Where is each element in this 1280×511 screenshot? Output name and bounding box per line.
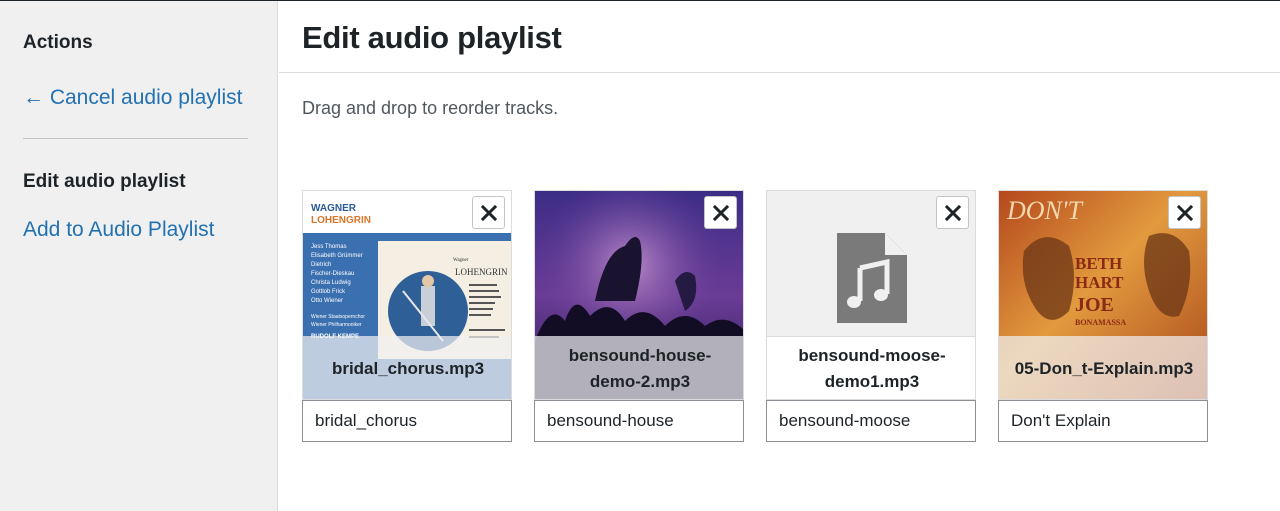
playlist-track[interactable]: bensound-house-demo-2.mp3: [534, 190, 744, 442]
album-art-text: Wiener Philharmoniker: [311, 322, 362, 328]
sidebar-separator: [23, 138, 248, 139]
track-filename: bensound-moose-demo1.mp3: [767, 336, 975, 399]
album-art-text: Dietrich: [311, 262, 331, 268]
remove-track-button[interactable]: [936, 196, 969, 229]
main-header: Edit audio playlist: [279, 1, 1280, 73]
album-art-text: HART: [1075, 273, 1124, 292]
main-panel: Edit audio playlist Drag and drop to reo…: [279, 1, 1280, 511]
album-art-text: WAGNER: [311, 203, 357, 214]
album-art-text: Christa Ludwig: [311, 280, 351, 286]
album-art-text: Wagner: [453, 258, 469, 263]
playlist-track[interactable]: DON'T BETH HART JOE BONAMASSA 05-Don_t-E…: [998, 190, 1208, 442]
track-filename: bensound-house-demo-2.mp3: [535, 336, 743, 399]
reorder-instructions: Drag and drop to reorder tracks.: [302, 98, 559, 118]
page-title: Edit audio playlist: [302, 20, 562, 55]
track-title-input[interactable]: [998, 400, 1208, 442]
close-icon: [712, 204, 729, 221]
track-title-input[interactable]: [534, 400, 744, 442]
album-art-text: Otto Wiener: [311, 298, 343, 304]
playlist-track[interactable]: WAGNER LOHENGRIN Jess Thomas Elisabeth G…: [302, 190, 512, 442]
album-art-text: LOHENGRIN: [311, 215, 371, 226]
media-sidebar: Actions ← Cancel audio playlist Edit aud…: [0, 1, 278, 511]
remove-track-button[interactable]: [472, 196, 505, 229]
track-title-input[interactable]: [302, 400, 512, 442]
album-art-text: LOHENGRIN: [455, 267, 508, 277]
actions-heading: Actions: [23, 32, 93, 53]
album-art-text: Wiener Staatsopernchor: [311, 314, 365, 320]
album-art-text: Fischer-Dieskau: [311, 271, 354, 277]
track-filename: bridal_chorus.mp3: [303, 336, 511, 399]
album-art-text: Gottlob Frick: [311, 289, 346, 295]
album-art-text: Elisabeth Grümmer: [311, 253, 363, 259]
close-icon: [944, 204, 961, 221]
album-art-text: JOE: [1075, 294, 1114, 316]
remove-track-button[interactable]: [704, 196, 737, 229]
playlist-track[interactable]: bensound-moose-demo1.mp3: [766, 190, 976, 442]
track-title-input[interactable]: [766, 400, 976, 442]
remove-track-button[interactable]: [1168, 196, 1201, 229]
album-art-text: BETH: [1075, 254, 1122, 273]
sidebar-item-edit-audio-playlist: Edit audio playlist: [23, 171, 186, 192]
close-icon: [1176, 204, 1193, 221]
track-filename: 05-Don_t-Explain.mp3: [999, 336, 1207, 399]
cancel-audio-playlist-link[interactable]: ← Cancel audio playlist: [23, 86, 242, 110]
album-art-text: DON'T: [1006, 196, 1083, 225]
close-icon: [480, 204, 497, 221]
add-to-audio-playlist-link[interactable]: Add to Audio Playlist: [23, 218, 214, 242]
album-art-text: Jess Thomas: [311, 244, 347, 250]
album-art-text: BONAMASSA: [1075, 318, 1126, 327]
